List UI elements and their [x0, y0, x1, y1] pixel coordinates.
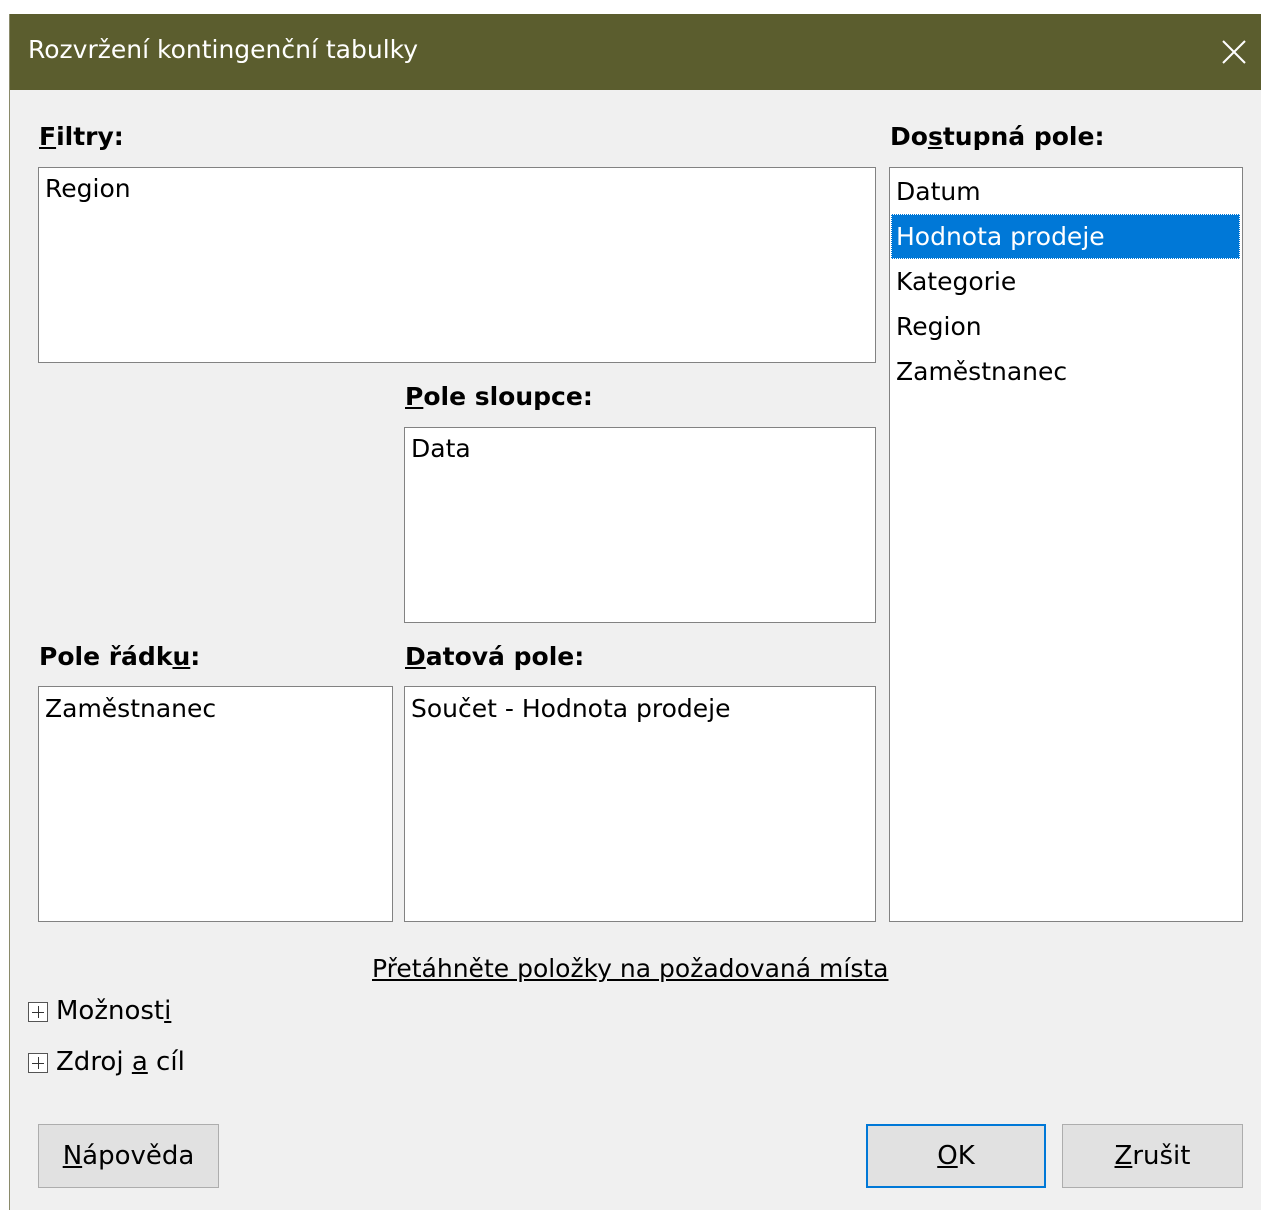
help-button[interactable]: Nápověda — [38, 1124, 219, 1188]
drag-hint-text: Přetáhněte položky na požadovaná místa — [372, 954, 889, 983]
column-field-item[interactable]: Data — [411, 434, 471, 463]
filters-area[interactable]: Region — [38, 167, 876, 363]
row-fields-area[interactable]: Zaměstnanec — [38, 686, 393, 922]
title-bar: Rozvržení kontingenční tabulky — [10, 14, 1261, 90]
data-field-item[interactable]: Součet - Hodnota prodeje — [411, 694, 731, 723]
available-field-hodnota-prodeje[interactable]: Hodnota prodeje — [891, 214, 1240, 259]
available-field-kategorie[interactable]: Kategorie — [891, 259, 1240, 304]
column-fields-area[interactable]: Data — [404, 427, 876, 623]
ok-button[interactable]: OK — [866, 1124, 1046, 1188]
options-expander[interactable]: Možnosti — [28, 996, 171, 1030]
filters-label: Filtry: — [39, 122, 124, 151]
source-destination-expander[interactable]: Zdroj a cíl — [28, 1047, 185, 1081]
dialog-title: Rozvržení kontingenční tabulky — [28, 35, 419, 64]
cancel-button[interactable]: Zrušit — [1062, 1124, 1243, 1188]
available-fields-list[interactable]: Datum Hodnota prodeje Kategorie Region Z… — [889, 167, 1243, 922]
filter-field-item[interactable]: Region — [45, 174, 131, 203]
close-icon — [1222, 40, 1246, 64]
column-fields-label: Pole sloupce: — [405, 382, 593, 411]
data-fields-area[interactable]: Součet - Hodnota prodeje — [404, 686, 876, 922]
data-fields-label: Datová pole: — [405, 642, 585, 671]
row-fields-label: Pole řádku: — [39, 642, 201, 671]
row-field-item[interactable]: Zaměstnanec — [45, 694, 216, 723]
expand-plus-icon — [28, 1001, 48, 1022]
available-fields-label: Dostupná pole: — [890, 122, 1105, 151]
expand-plus-icon — [28, 1052, 48, 1073]
available-field-region[interactable]: Region — [891, 304, 1240, 349]
available-field-zamestnanec[interactable]: Zaměstnanec — [891, 349, 1240, 394]
pivot-table-layout-dialog: Rozvržení kontingenční tabulky Filtry: R… — [9, 14, 1261, 1210]
available-field-datum[interactable]: Datum — [891, 169, 1240, 214]
close-button[interactable] — [1206, 14, 1261, 90]
